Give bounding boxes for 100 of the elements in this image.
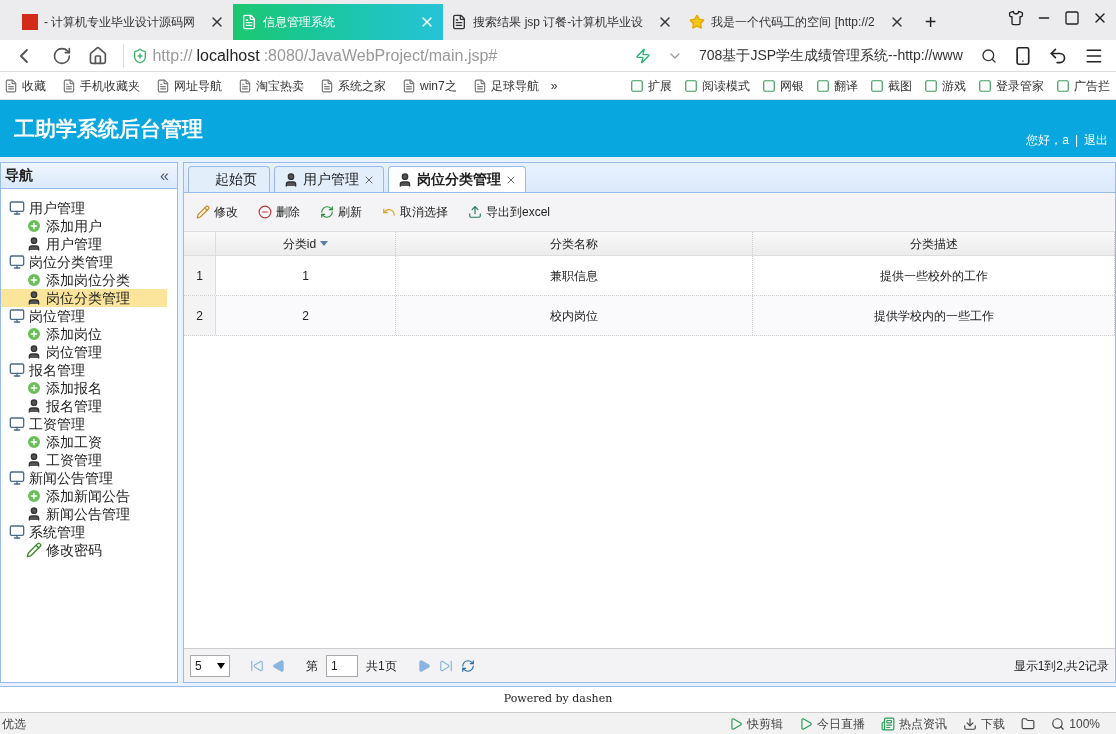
toolbar-button[interactable]: 刷新 (316, 203, 366, 221)
page-icon (241, 14, 258, 30)
total-pages-text: 共1页 (366, 657, 397, 675)
tree-node[interactable]: 岗位分类管理 (1, 253, 167, 271)
status-button[interactable]: 热点资讯 (873, 714, 956, 733)
monitor-icon (9, 416, 25, 432)
status-button[interactable]: 今日直播 (791, 714, 874, 733)
extension-button[interactable]: 截图 (864, 76, 918, 95)
zoom-button[interactable]: 100% (1043, 714, 1108, 733)
plus-icon (26, 434, 42, 450)
home-icon[interactable] (87, 45, 108, 66)
lightning-icon[interactable] (635, 47, 652, 64)
tree-item[interactable]: 修改密码 (1, 541, 167, 559)
tab-title: - 计算机专业毕业设计源码网 (44, 14, 197, 31)
tree-item[interactable]: 岗位管理 (1, 343, 167, 361)
column-header[interactable]: 分类名称 (396, 232, 753, 255)
plus-icon (26, 218, 42, 234)
bookmark-link[interactable]: 足球导航 (464, 76, 547, 95)
page-size-select[interactable]: 5 (190, 654, 230, 677)
tree-node[interactable]: 工资管理 (1, 415, 167, 433)
tree-item[interactable]: 添加工资 (1, 433, 167, 451)
app-title: 工助学系统后台管理 (13, 114, 203, 143)
refresh-icon[interactable] (460, 658, 475, 673)
user-icon (26, 506, 42, 522)
tree-item[interactable]: 添加新闻公告 (1, 487, 167, 505)
user-icon (397, 171, 413, 188)
maximize-icon[interactable] (1064, 10, 1080, 26)
page-icon (4, 78, 18, 93)
tree-item[interactable]: 添加报名 (1, 379, 167, 397)
bookmark-link[interactable]: win7之 (394, 76, 465, 95)
site-logo-icon (22, 14, 38, 30)
extension-button[interactable]: 登录管家 (972, 76, 1050, 95)
toolbar-button[interactable]: 删除 (254, 203, 304, 221)
new-tab-button[interactable]: + (912, 4, 949, 40)
row-number: 1 (184, 256, 216, 295)
browser-tab[interactable]: 搜索结果 jsp 订餐-计算机毕业设 (443, 4, 682, 40)
column-header[interactable]: 分类id (216, 232, 396, 255)
bookmark-link[interactable]: 收藏 (0, 76, 54, 95)
tree-item[interactable]: 添加岗位 (1, 325, 167, 343)
tree-item[interactable]: 用户管理 (1, 235, 167, 253)
toolbar-button[interactable]: 修改 (192, 203, 242, 221)
content-tab[interactable]: 起始页 (188, 166, 270, 192)
page-icon (238, 78, 252, 93)
tree-node[interactable]: 报名管理 (1, 361, 167, 379)
extension-button[interactable]: 网银 (756, 76, 810, 95)
extension-button[interactable]: 翻译 (810, 76, 864, 95)
page-icon (156, 78, 170, 93)
minus-icon (258, 205, 272, 219)
tree-node[interactable]: 用户管理 (1, 199, 167, 217)
reload-icon[interactable] (51, 45, 72, 66)
extension-button[interactable]: 阅读模式 (678, 76, 756, 95)
monitor-icon (9, 362, 25, 378)
more-bookmarks-button[interactable]: » (546, 76, 562, 95)
footer-text: Powered by dashen (503, 691, 613, 708)
column-header[interactable]: 分类描述 (753, 232, 1115, 255)
bookmark-link[interactable]: 网址导航 (148, 76, 230, 95)
bookmark-link[interactable]: 系统之家 (312, 76, 394, 95)
page-field[interactable]: 1 (326, 654, 358, 677)
address-field[interactable]: http:// localhost :8080/JavaWebProject/main.jsp# (123, 43, 620, 68)
content-tab[interactable]: 用户管理 (274, 166, 384, 192)
star-icon (689, 14, 706, 30)
pencil-icon (26, 542, 42, 558)
user-icon (283, 171, 299, 188)
tree-item[interactable]: 报名管理 (1, 397, 167, 415)
play-icon (799, 716, 814, 731)
tree-item[interactable]: 新闻公告管理 (1, 505, 167, 523)
search-field[interactable]: 708基于JSP学生成绩管理系统--http://www (699, 45, 997, 66)
status-button[interactable]: 快剪辑 (721, 714, 792, 733)
upload-icon (468, 205, 482, 219)
extension-button[interactable]: 游戏 (918, 76, 972, 95)
toolbar-button[interactable]: 取消选择 (378, 203, 452, 221)
content-tab[interactable]: 岗位分类管理 (388, 166, 526, 192)
page-icon (472, 78, 487, 93)
extension-button[interactable]: 扩展 (624, 76, 678, 95)
collapse-button[interactable]: « (160, 163, 173, 188)
toolbar-button[interactable]: 导出到excel (464, 203, 554, 221)
news-icon (881, 716, 896, 731)
skin-icon[interactable] (1008, 10, 1024, 26)
tree-node[interactable]: 新闻公告管理 (1, 469, 167, 487)
tree-item[interactable]: 岗位分类管理 (1, 289, 167, 307)
browser-tab[interactable]: - 计算机专业毕业设计源码网 (14, 4, 234, 40)
search-icon[interactable] (980, 47, 997, 64)
table-cell: 提供学校内的一些工作 (753, 296, 1115, 335)
tree-item[interactable]: 添加岗位分类 (1, 271, 167, 289)
tree-item[interactable]: 工资管理 (1, 451, 167, 469)
browser-tab[interactable]: 我是一个代码工的空间 [http://2 (681, 4, 913, 40)
page-label: 第 (306, 657, 318, 675)
extension-button[interactable]: 广告拦 (1050, 76, 1116, 95)
tab-title: 信息管理系统 (263, 14, 337, 31)
page-icon (62, 78, 76, 93)
tree-node[interactable]: 系统管理 (1, 523, 167, 541)
status-button[interactable]: 下载 (955, 714, 1014, 733)
tree-item[interactable]: 添加用户 (1, 217, 167, 235)
record-info: 显示1到2,共2记录 (1013, 657, 1109, 675)
sort-icon (320, 241, 329, 246)
folder-icon[interactable] (1021, 716, 1036, 731)
bookmark-link[interactable]: 手机收藏夹 (54, 76, 148, 95)
tree-node[interactable]: 岗位管理 (1, 307, 167, 325)
bookmark-link[interactable]: 淘宝热卖 (230, 76, 312, 95)
monitor-icon (9, 524, 25, 540)
